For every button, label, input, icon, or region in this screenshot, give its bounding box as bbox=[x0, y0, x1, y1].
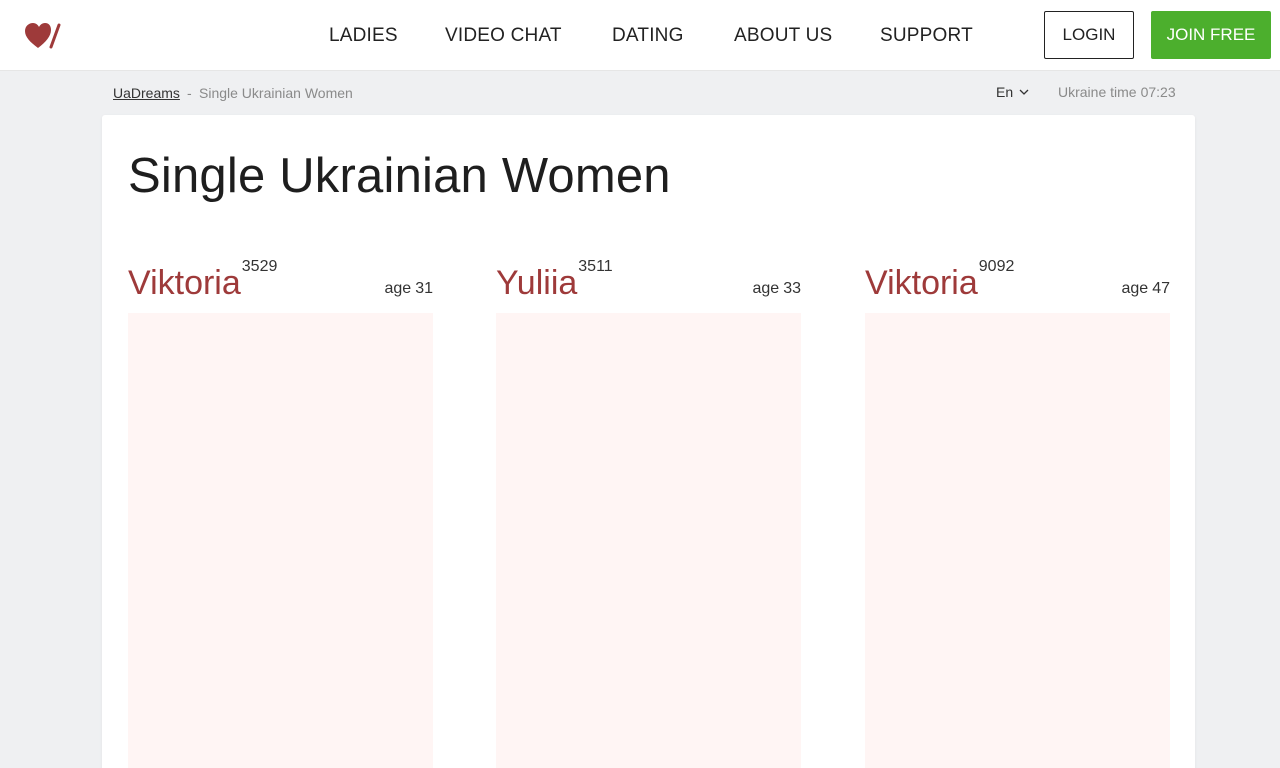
profile-id: 3511 bbox=[578, 258, 613, 275]
profile-age: age 31 bbox=[385, 280, 434, 298]
nav-support[interactable]: SUPPORT bbox=[880, 25, 973, 47]
profile-photo[interactable] bbox=[865, 313, 1170, 768]
breadcrumb-current: Single Ukrainian Women bbox=[199, 85, 353, 101]
profile-id: 9092 bbox=[978, 258, 1015, 275]
breadcrumb-home-link[interactable]: UaDreams bbox=[113, 85, 180, 101]
profile-age-value: 47 bbox=[1152, 280, 1170, 297]
join-free-button[interactable]: JOIN FREE bbox=[1151, 11, 1271, 59]
ukraine-time-value: 07:23 bbox=[1140, 84, 1176, 100]
ukraine-time: Ukraine time 07:23 bbox=[1058, 84, 1176, 100]
profile-age-value: 31 bbox=[415, 280, 433, 297]
profile-name-text: Viktoria bbox=[865, 264, 978, 302]
profile-id: 3529 bbox=[241, 258, 278, 275]
language-selector[interactable]: En bbox=[996, 84, 1029, 100]
profile-name-text: Yuliia bbox=[496, 264, 578, 302]
profile-name[interactable]: Viktoria3529 bbox=[128, 258, 277, 303]
profile-name[interactable]: Viktoria9092 bbox=[865, 258, 1014, 303]
profile-age-label: age bbox=[752, 280, 780, 297]
breadcrumb-separator: - bbox=[187, 85, 192, 101]
login-button[interactable]: LOGIN bbox=[1044, 11, 1134, 59]
nav-ladies[interactable]: LADIES bbox=[329, 25, 398, 47]
nav-dating[interactable]: DATING bbox=[612, 25, 684, 47]
chevron-down-icon bbox=[1019, 89, 1029, 95]
profile-age: age 47 bbox=[1122, 280, 1171, 298]
language-selected: En bbox=[996, 84, 1014, 100]
site-header: LADIES VIDEO CHAT DATING ABOUT US SUPPOR… bbox=[0, 0, 1280, 71]
profile-age-label: age bbox=[384, 280, 412, 297]
profile-photo[interactable] bbox=[496, 313, 801, 768]
profile-photo[interactable] bbox=[128, 313, 433, 768]
profile-card[interactable]: Viktoria3529 age 31 bbox=[128, 258, 433, 768]
page-title: Single Ukrainian Women bbox=[128, 149, 671, 203]
ukraine-time-label: Ukraine time bbox=[1058, 84, 1137, 100]
profile-name-text: Viktoria bbox=[128, 264, 241, 302]
profile-card[interactable]: Viktoria9092 age 47 bbox=[865, 258, 1170, 768]
profile-age-value: 33 bbox=[783, 280, 801, 297]
nav-about-us[interactable]: ABOUT US bbox=[734, 25, 832, 47]
heart-logo-icon[interactable] bbox=[24, 20, 64, 52]
nav-video-chat[interactable]: VIDEO CHAT bbox=[445, 25, 562, 47]
profile-name[interactable]: Yuliia3511 bbox=[496, 258, 613, 303]
profile-card[interactable]: Yuliia3511 age 33 bbox=[496, 258, 801, 768]
profile-age: age 33 bbox=[753, 280, 802, 298]
profile-age-label: age bbox=[1121, 280, 1149, 297]
